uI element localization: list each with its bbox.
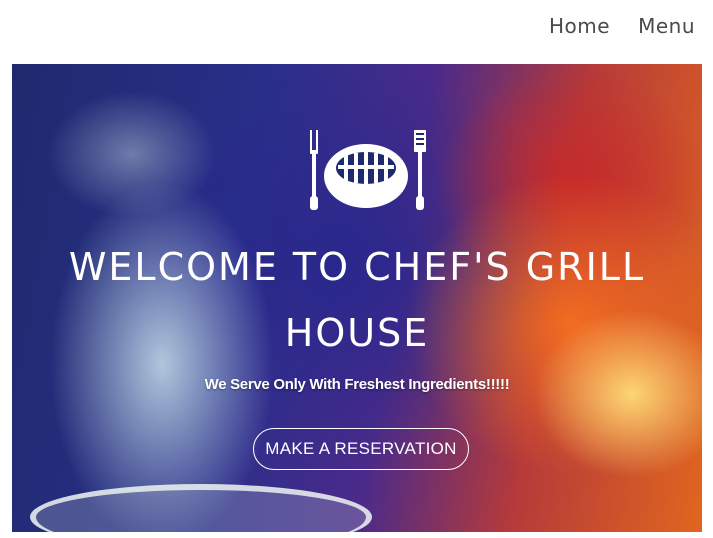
grill-logo-icon bbox=[310, 130, 426, 210]
nav-link-menu[interactable]: Menu bbox=[638, 14, 695, 38]
hero-banner: WELCOME TO CHEF'S GRILL HOUSE We Serve O… bbox=[12, 64, 702, 532]
page: Home Menu WELCOME TO CHEF'S GRILL HOUSE … bbox=[0, 0, 713, 538]
make-reservation-button[interactable]: MAKE A RESERVATION bbox=[253, 428, 469, 470]
top-navigation: Home Menu bbox=[549, 0, 695, 52]
hero-title: WELCOME TO CHEF'S GRILL HOUSE bbox=[68, 245, 646, 355]
hero-background-bowl bbox=[30, 484, 372, 532]
nav-link-home[interactable]: Home bbox=[549, 14, 610, 38]
hero-subtitle: We Serve Only With Freshest Ingredients!… bbox=[204, 376, 510, 393]
